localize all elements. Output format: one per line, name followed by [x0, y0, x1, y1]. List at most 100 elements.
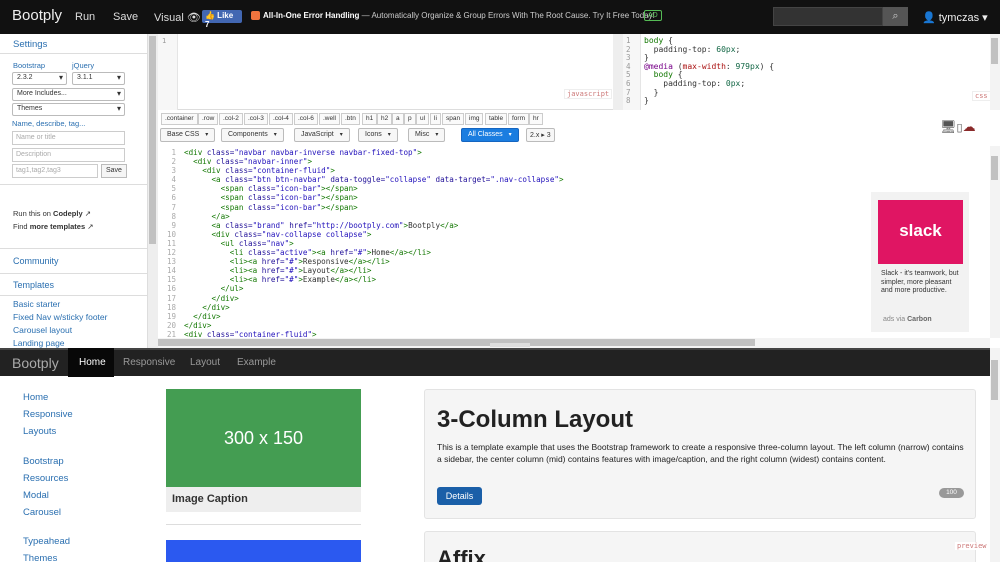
- base-css-dropdown[interactable]: Base CSS ▾: [160, 128, 216, 142]
- ad-badge: AD: [644, 10, 662, 21]
- preview-side-link[interactable]: Bootstrap: [23, 456, 64, 467]
- line-number: 10: [166, 229, 176, 239]
- page-description: This is a template example that uses the…: [437, 442, 964, 464]
- name-describe-link[interactable]: Name, describe, tag...: [12, 119, 85, 128]
- misc-dropdown[interactable]: Misc ▾: [408, 128, 446, 142]
- carbon-link[interactable]: Carbon: [907, 316, 932, 323]
- css-scrollbar[interactable]: [990, 34, 1000, 110]
- user-menu[interactable]: 👤 tymczas ▾: [922, 11, 988, 24]
- top-ad-text[interactable]: All-In-One Error Handling — Automaticall…: [263, 11, 655, 20]
- javascript-dropdown[interactable]: JavaScript ▾: [294, 128, 350, 142]
- search-icon[interactable]: ⌕: [883, 7, 908, 26]
- visual-button[interactable]: Visual 👁: [154, 11, 201, 24]
- more-includes-select[interactable]: More Includes...: [12, 88, 125, 101]
- preview-nav-layout[interactable]: Layout: [190, 357, 220, 368]
- snippet-button[interactable]: ul: [416, 113, 430, 125]
- codeply-line: Run this on Codeply ↗: [13, 209, 91, 218]
- jquery-version-select[interactable]: 3.1.1: [72, 72, 125, 85]
- snippet-button[interactable]: .col-6: [294, 113, 318, 125]
- sidebar-save-button[interactable]: Save: [101, 164, 127, 178]
- snippet-button[interactable]: .btn: [341, 113, 360, 125]
- ad-logo-icon: [251, 11, 260, 20]
- ad-title[interactable]: All-In-One Error Handling: [263, 11, 359, 20]
- snippet-button[interactable]: li: [430, 113, 441, 125]
- snippet-button[interactable]: form: [508, 113, 529, 125]
- sidebar-scrollbar[interactable]: [148, 34, 158, 348]
- description-field[interactable]: Description: [12, 148, 125, 162]
- html-scrollbar[interactable]: [990, 146, 1000, 338]
- facebook-like-button[interactable]: 👍 Like 7: [202, 10, 242, 29]
- templates-link[interactable]: Templates: [13, 280, 54, 290]
- line-number: 3: [171, 166, 176, 176]
- snippet-button[interactable]: h1: [362, 113, 378, 125]
- html-horizontal-scrollbar[interactable]: [158, 338, 990, 348]
- editor-splitter[interactable]: [613, 34, 623, 110]
- templates-line: Find more templates ↗: [13, 222, 94, 231]
- snippet-button[interactable]: .col-4: [269, 113, 293, 125]
- all-classes-dropdown[interactable]: All Classes ▾: [461, 128, 519, 142]
- class-toolbar: Base CSS ▾ Components ▾ JavaScript ▾ Icons ▾…: [158, 127, 1000, 144]
- snippet-button[interactable]: span: [442, 113, 465, 125]
- bootstrap-version-select[interactable]: 2.3.2: [12, 72, 67, 85]
- image-caption: Image Caption: [166, 487, 361, 512]
- template-item[interactable]: Fixed Nav w/sticky footer: [13, 312, 107, 322]
- settings-link[interactable]: Settings: [13, 39, 47, 50]
- preview-nav-home[interactable]: Home: [79, 357, 106, 368]
- snippet-button[interactable]: .col-3: [244, 113, 268, 125]
- preview-side-link[interactable]: Responsive: [23, 409, 73, 420]
- preview-side-link[interactable]: Carousel: [23, 507, 61, 518]
- snippet-button[interactable]: .row: [198, 113, 219, 125]
- preview-side-link[interactable]: Home: [23, 392, 48, 403]
- slack-ad-image[interactable]: slack: [878, 200, 963, 264]
- line-number: 4: [171, 175, 176, 185]
- snippet-button[interactable]: .col-2: [219, 113, 243, 125]
- template-item[interactable]: Landing page: [13, 338, 65, 348]
- brand-logo[interactable]: Bootply: [12, 7, 62, 24]
- template-item[interactable]: Carousel layout: [13, 325, 72, 335]
- preview-label: preview: [955, 542, 989, 550]
- preview-nav-example[interactable]: Example: [237, 357, 276, 368]
- themes-select[interactable]: Themes: [12, 103, 125, 116]
- details-button[interactable]: Details: [437, 487, 482, 505]
- javascript-editor[interactable]: [158, 34, 613, 110]
- preview-side-link[interactable]: Layouts: [23, 426, 56, 437]
- ad-description[interactable]: — Automatically Organize & Group Errors …: [359, 11, 655, 20]
- template-item[interactable]: Basic starter: [13, 299, 60, 309]
- snippet-button[interactable]: hr: [529, 113, 543, 125]
- codeply-link[interactable]: Codeply: [53, 209, 83, 218]
- snippet-button[interactable]: .well: [319, 113, 341, 125]
- line-number: 8: [171, 211, 176, 221]
- version-switch-button[interactable]: 2.x ▸ 3: [526, 128, 555, 142]
- components-dropdown[interactable]: Components ▾: [221, 128, 284, 142]
- snippet-button[interactable]: a: [392, 113, 404, 125]
- preview-side-link[interactable]: Modal: [23, 490, 49, 501]
- preview-nav-responsive[interactable]: Responsive: [123, 357, 175, 368]
- run-button[interactable]: Run: [75, 11, 95, 23]
- css-code[interactable]: body { padding-top: 60px; } @media (max-…: [644, 36, 774, 106]
- resize-handle[interactable]: [490, 343, 530, 347]
- snippet-button[interactable]: .container: [161, 113, 198, 125]
- snippet-toolbar: .container .row .col-2 .col-3 .col-4 .co…: [158, 111, 1000, 127]
- affix-title: Affix: [437, 546, 486, 562]
- search-input[interactable]: [773, 7, 883, 26]
- bootstrap-label: Bootstrap: [13, 61, 46, 70]
- preview-side-link[interactable]: Typeahead: [23, 536, 70, 547]
- preview-side-link[interactable]: Themes: [23, 553, 57, 562]
- preview-side-link[interactable]: Resources: [23, 473, 68, 484]
- icons-dropdown[interactable]: Icons ▾: [358, 128, 398, 142]
- javascript-label: javascript: [564, 89, 613, 99]
- ad-text[interactable]: Slack - it's teamwork, but simpler, more…: [881, 270, 965, 296]
- save-button[interactable]: Save: [113, 11, 138, 23]
- preview-brand[interactable]: Bootply: [12, 355, 59, 371]
- preview-scrollbar[interactable]: [990, 348, 1000, 562]
- tags-field[interactable]: tag1,tag2,tag3: [12, 164, 98, 178]
- community-link[interactable]: Community: [13, 256, 59, 266]
- snippet-button[interactable]: img: [465, 113, 484, 125]
- line-number: 7: [171, 202, 176, 212]
- name-field[interactable]: Name or title: [12, 131, 125, 145]
- html-code[interactable]: <div class="navbar navbar-inverse navbar…: [184, 148, 564, 339]
- snippet-button[interactable]: h2: [377, 113, 393, 125]
- snippet-button[interactable]: table: [485, 113, 508, 125]
- more-templates-link[interactable]: more templates: [30, 222, 85, 231]
- snippet-button[interactable]: p: [404, 113, 416, 125]
